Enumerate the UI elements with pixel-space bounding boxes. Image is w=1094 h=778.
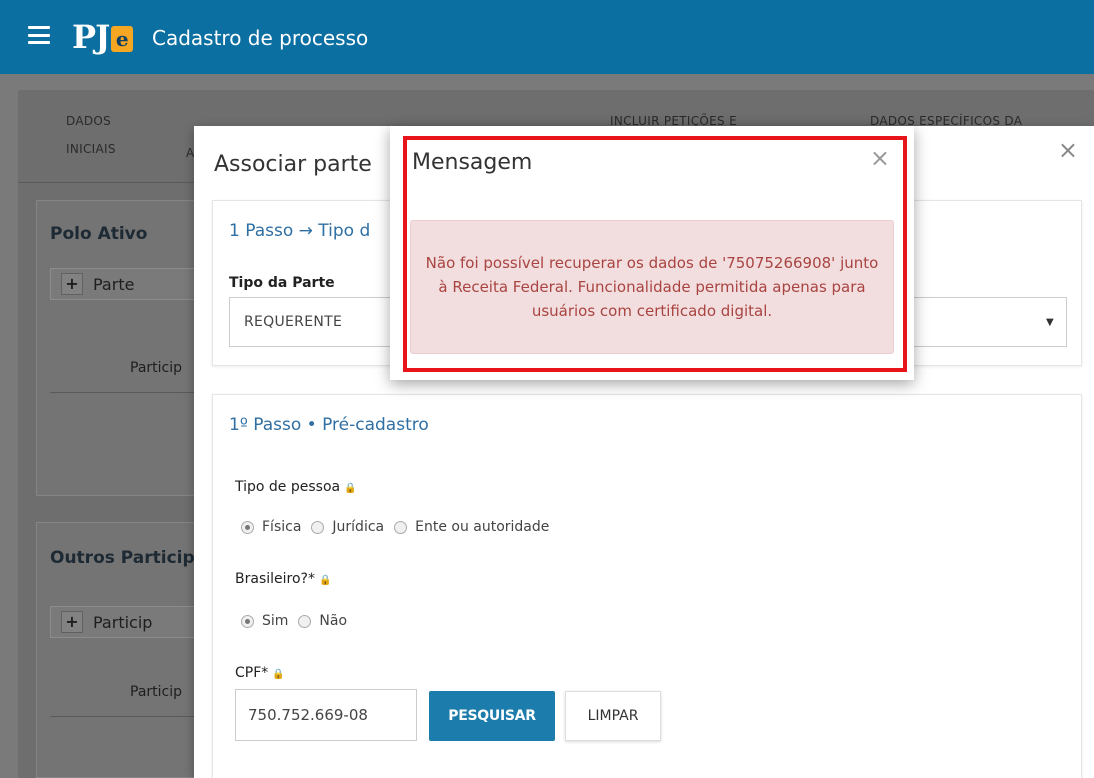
tab-dados-iniciais[interactable]: DADOS INICIAIS [66, 114, 116, 156]
tipo-pessoa-radio-group: Física Jurídica Ente ou autoridade [241, 519, 559, 535]
tipo-pessoa-label: Tipo de pessoa 🔒 [235, 479, 357, 495]
brasileiro-label: Brasileiro?* 🔒 [235, 571, 332, 587]
column-header-participante: Particip [130, 360, 183, 376]
close-icon[interactable]: × [1058, 138, 1078, 162]
plus-icon: + [61, 611, 83, 633]
menu-icon[interactable] [28, 26, 50, 44]
modal-title: Associar parte [214, 152, 372, 177]
cpf-label: CPF* 🔒 [235, 665, 285, 681]
step-title: 1 Passo → Tipo d [229, 221, 371, 241]
logo-text: PJ [72, 18, 110, 56]
outros-participantes-title: Outros Particip [50, 548, 195, 568]
polo-ativo-panel [36, 200, 196, 496]
step-pre-cadastro: 1º Passo • Pré-cadastro Tipo de pessoa 🔒 … [212, 394, 1082, 778]
plus-icon: + [61, 273, 83, 295]
page-title: Cadastro de processo [152, 26, 369, 50]
lock-icon: 🔒 [272, 669, 285, 680]
radio-sim[interactable] [241, 614, 254, 628]
limpar-button[interactable]: LIMPAR [565, 691, 661, 741]
tab-divider [18, 182, 194, 183]
chevron-down-icon: ▼ [1046, 317, 1054, 328]
tipo-parte-label: Tipo da Parte [229, 275, 335, 291]
row-divider [50, 392, 196, 393]
radio-fisica[interactable] [241, 520, 254, 534]
radio-ente-autoridade[interactable] [394, 520, 408, 534]
cpf-input[interactable]: 750.752.669-08 [235, 689, 417, 741]
polo-ativo-title: Polo Ativo [50, 224, 148, 244]
column-header-participante: Particip [130, 684, 183, 700]
add-parte-button[interactable]: + Parte [50, 268, 196, 300]
radio-juridica[interactable] [311, 520, 325, 534]
add-participante-button[interactable]: + Particip [50, 606, 196, 638]
radio-nao[interactable] [298, 614, 312, 628]
pesquisar-button[interactable]: PESQUISAR [429, 691, 555, 741]
logo-e: e [111, 26, 134, 52]
brasileiro-radio-group: Sim Não [241, 613, 357, 629]
highlight-box [403, 136, 907, 372]
row-divider [50, 716, 196, 717]
lock-icon: 🔒 [318, 575, 332, 586]
lock-icon: 🔒 [344, 483, 357, 494]
step-title: 1º Passo • Pré-cadastro [229, 415, 429, 435]
top-header: PJ e Cadastro de processo [0, 0, 1094, 74]
pje-logo[interactable]: PJ e [72, 16, 134, 56]
